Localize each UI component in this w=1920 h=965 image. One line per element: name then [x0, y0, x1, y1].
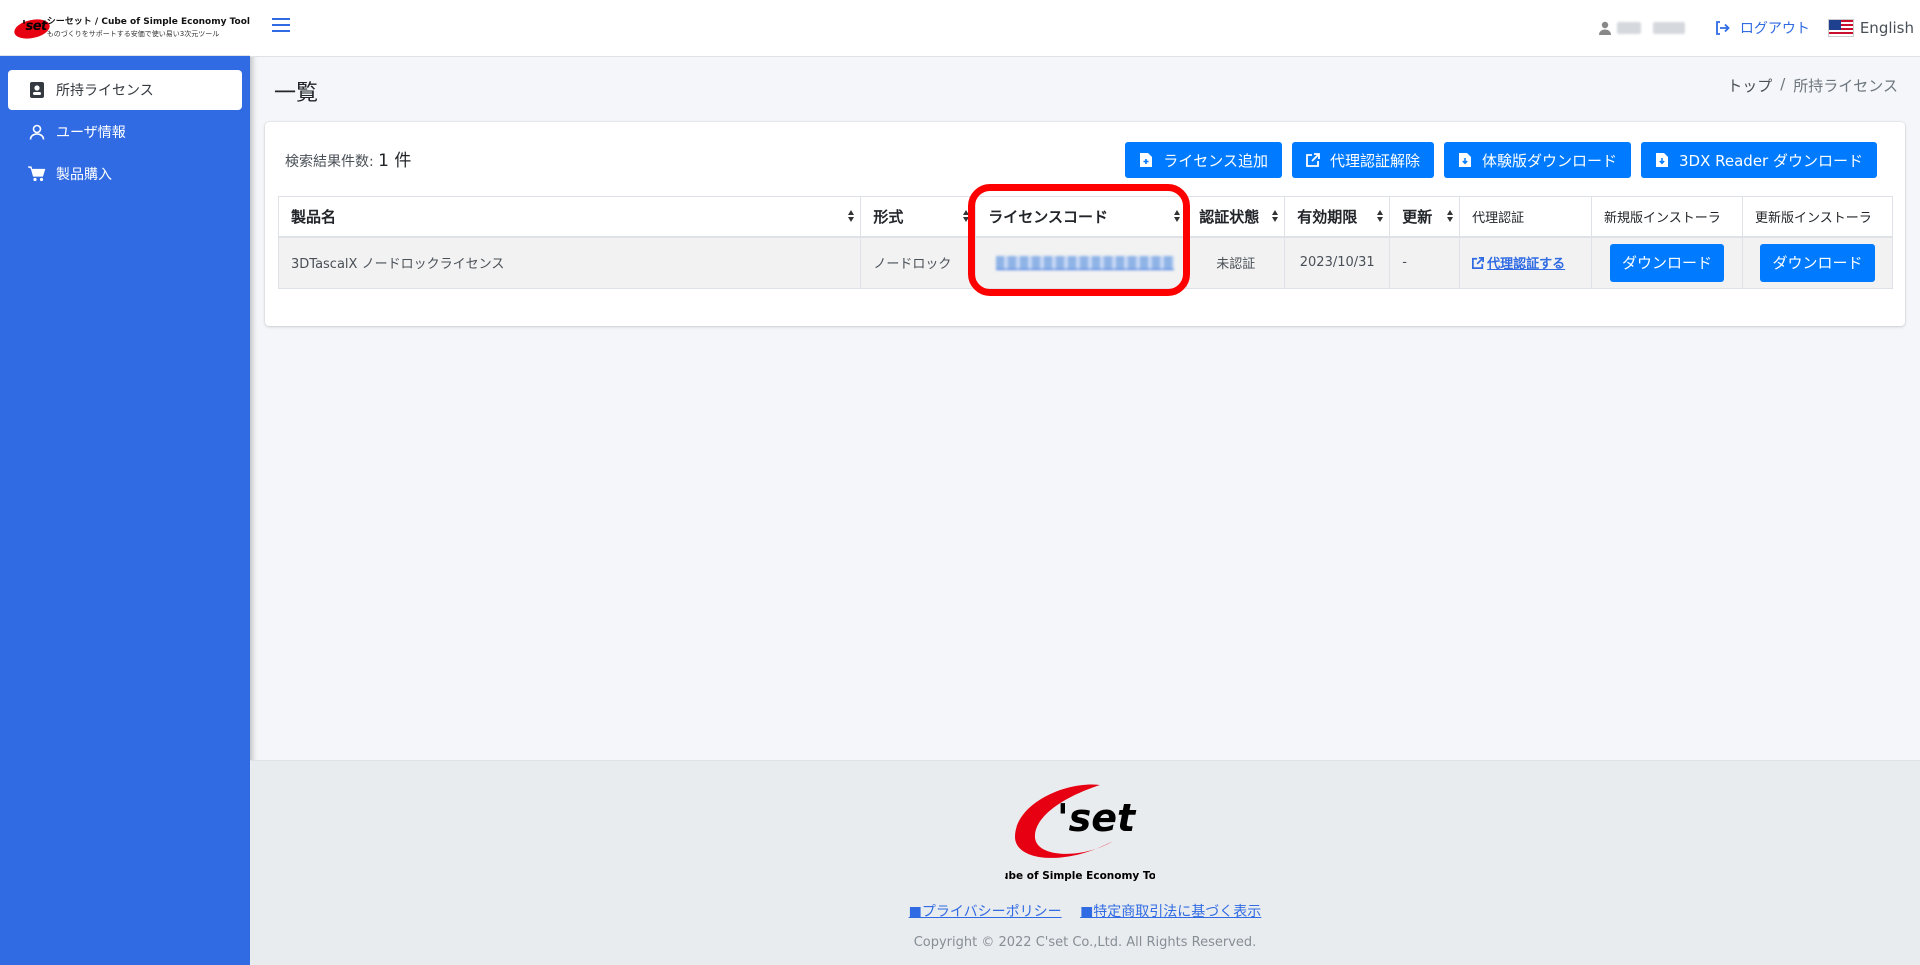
sort-icon — [1377, 210, 1384, 222]
file-download-icon — [1458, 153, 1472, 167]
sort-icon — [1174, 210, 1181, 222]
cell-update: - — [1389, 236, 1461, 289]
external-link-icon — [1306, 153, 1320, 167]
footer: 'set Cube of Simple Economy Tool ■プライバシー… — [250, 760, 1920, 965]
us-flag-icon — [1827, 19, 1854, 37]
user-icon — [1598, 21, 1611, 35]
breadcrumb-current: 所持ライセンス — [1793, 77, 1898, 95]
update-installer-download-button[interactable]: ダウンロード — [1760, 243, 1875, 282]
column-header-update-installer: 更新版インストーラ — [1742, 196, 1893, 238]
external-link-icon — [1472, 256, 1485, 269]
language-switch[interactable]: English — [1827, 19, 1914, 37]
sidebar-item-licenses[interactable]: 所持ライセンス — [8, 70, 242, 110]
content-header: 一覧 トップ / 所持ライセンス — [250, 57, 1920, 117]
result-count-value: 1 件 — [378, 151, 412, 171]
commercial-law-link[interactable]: ■特定商取引法に基づく表示 — [1080, 904, 1261, 920]
sign-out-icon — [1715, 21, 1730, 35]
cart-icon — [28, 165, 46, 183]
brand-logo: 'set — [12, 15, 52, 42]
brand-name: シーセット / Cube of Simple Economy Tool — [46, 16, 250, 27]
column-header-product[interactable]: 製品名 — [277, 196, 862, 238]
brand-tagline: ものづくりをサポートする安価で使い易い3次元ツール — [46, 29, 220, 38]
column-header-expiry[interactable]: 有効期限 — [1284, 196, 1391, 238]
proxy-auth-link[interactable]: 代理認証する — [1472, 253, 1565, 272]
license-list-card: 検索結果件数: 1 件 ライセンス追加 代理認証解除 体験版ダウンロード 3DX… — [265, 122, 1905, 326]
column-header-status[interactable]: 認証状態 — [1186, 196, 1286, 238]
top-navbar: ログアウト English — [250, 0, 1920, 57]
brand-text: シーセット / Cube of Simple Economy Tool ものづく… — [47, 16, 250, 40]
redacted-user-org — [1652, 22, 1685, 34]
sidebar-nav: 所持ライセンス ユーザ情報 製品購入 — [0, 56, 250, 194]
column-header-license-code[interactable]: ライセンスコード — [975, 196, 1188, 238]
svg-text:'set: 'set — [1057, 796, 1137, 840]
sidebar-item-purchase[interactable]: 製品購入 — [8, 154, 242, 194]
reader-download-button[interactable]: 3DX Reader ダウンロード — [1641, 142, 1877, 178]
id-badge-icon — [28, 81, 46, 99]
user-icon — [28, 123, 46, 141]
cancel-proxy-auth-button[interactable]: 代理認証解除 — [1291, 142, 1434, 178]
action-buttons: ライセンス追加 代理認証解除 体験版ダウンロード 3DX Reader ダウンロ… — [1125, 142, 1877, 178]
table-row: 3DTascalX ノードロックライセンス ノードロック 未認証 2023/10… — [277, 236, 1893, 289]
cell-update-installer: ダウンロード — [1742, 236, 1893, 289]
copyright: Copyright © 2022 C'set Co.,Ltd. All Righ… — [913, 935, 1257, 950]
logout-link[interactable]: ログアウト — [1715, 18, 1810, 38]
cset-logo: 'set Cube of Simple Economy Tool — [1005, 784, 1155, 882]
sort-icon — [1447, 210, 1454, 222]
trial-download-button[interactable]: 体験版ダウンロード — [1443, 142, 1631, 178]
breadcrumb-separator: / — [1780, 75, 1786, 93]
sidebar-item-label: 所持ライセンス — [56, 83, 154, 99]
result-count-label: 検索結果件数: — [285, 154, 374, 170]
svg-text:Cube of Simple Economy Tool: Cube of Simple Economy Tool — [1005, 870, 1155, 882]
sort-icon — [1272, 210, 1279, 222]
column-header-update[interactable]: 更新 — [1389, 196, 1461, 238]
cell-license-code — [975, 236, 1188, 289]
cell-new-installer: ダウンロード — [1591, 236, 1743, 289]
language-label: English — [1859, 19, 1914, 37]
user-menu[interactable] — [1598, 21, 1685, 35]
column-header-proxy-auth: 代理認証 — [1459, 196, 1593, 238]
footer-links: ■プライバシーポリシー ■特定商取引法に基づく表示 — [250, 901, 1920, 921]
logout-label: ログアウト — [1739, 21, 1810, 37]
brand-header[interactable]: 'set シーセット / Cube of Simple Economy Tool… — [0, 0, 250, 56]
cell-type: ノードロック — [860, 236, 977, 289]
add-license-button[interactable]: ライセンス追加 — [1125, 142, 1282, 178]
sort-icon — [963, 210, 970, 222]
menu-toggle-icon[interactable] — [272, 18, 290, 34]
license-code-link[interactable] — [996, 255, 1175, 270]
privacy-policy-link[interactable]: ■プライバシーポリシー — [909, 904, 1062, 920]
result-count: 検索結果件数: 1 件 — [285, 146, 411, 171]
sidebar-item-label: ユーザ情報 — [56, 125, 126, 141]
table-header-row: 製品名 形式 ライセンスコード 認証状態 有効期限 更新 代理認証 新規版インス… — [277, 196, 1893, 238]
cell-product: 3DTascalX ノードロックライセンス — [277, 236, 862, 289]
cell-proxy-auth: 代理認証する — [1459, 236, 1593, 289]
cell-expiry: 2023/10/31 — [1284, 236, 1391, 289]
breadcrumb: トップ / 所持ライセンス — [1727, 75, 1898, 96]
page-title: 一覧 — [274, 81, 319, 106]
column-header-new-installer: 新規版インストーラ — [1591, 196, 1743, 238]
file-download-icon — [1655, 153, 1669, 167]
redacted-user-name — [1616, 22, 1641, 34]
breadcrumb-top[interactable]: トップ — [1727, 75, 1772, 96]
sidebar: 'set シーセット / Cube of Simple Economy Tool… — [0, 0, 250, 965]
column-header-type[interactable]: 形式 — [860, 196, 977, 238]
license-table: 製品名 形式 ライセンスコード 認証状態 有効期限 更新 代理認証 新規版インス… — [277, 196, 1893, 289]
file-plus-icon — [1139, 153, 1153, 167]
sidebar-item-label: 製品購入 — [56, 167, 112, 183]
sort-icon — [848, 210, 855, 222]
sidebar-item-user-info[interactable]: ユーザ情報 — [8, 112, 242, 152]
new-installer-download-button[interactable]: ダウンロード — [1610, 243, 1725, 282]
cell-status: 未認証 — [1186, 236, 1286, 289]
